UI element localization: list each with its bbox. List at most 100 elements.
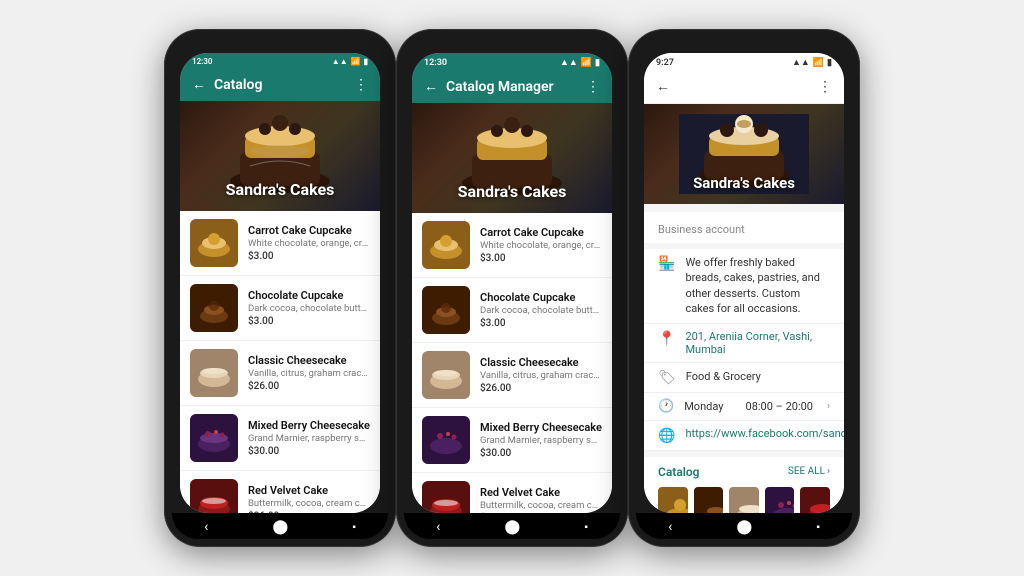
list-item[interactable]: Classic Cheesecake Vanilla, citrus, grah…	[180, 341, 380, 406]
product-price-1-left: $3.00	[248, 316, 370, 327]
product-info-1-left: Chocolate Cupcake Dark cocoa, chocolate …	[248, 289, 370, 327]
address-row[interactable]: 📍 201, Areniia Corner, Vashi, Mumbai	[644, 324, 844, 363]
signal-icon-mid: ▲▲	[560, 57, 578, 68]
hero-left: Sandra's Cakes	[180, 101, 380, 211]
catalog-title: Catalog	[658, 465, 700, 479]
product-desc-0-mid: White chocolate, orange, cream chees...	[480, 240, 602, 251]
product-info-3-left: Mixed Berry Cheesecake Grand Marnier, ra…	[248, 419, 370, 457]
product-info-2-left: Classic Cheesecake Vanilla, citrus, grah…	[248, 354, 370, 392]
status-bar-left: 12:30 ▲▲ 📶 ▮	[180, 53, 380, 68]
catalog-thumb-3[interactable]	[765, 487, 795, 513]
status-icons-right: ▲▲ 📶 ▮	[792, 57, 832, 68]
back-button-right[interactable]: ←	[656, 78, 670, 95]
hero-mid: Sandra's Cakes	[412, 103, 612, 213]
wifi-icon-left: 📶	[351, 57, 361, 66]
catalog-thumb-4[interactable]	[800, 487, 830, 513]
app-bar-title-mid: Catalog Manager	[446, 79, 578, 95]
menu-button-mid[interactable]: ⋮	[586, 79, 600, 95]
product-thumb-4-mid	[422, 481, 470, 513]
list-item[interactable]: Carrot Cake Cupcake White chocolate, ora…	[412, 213, 612, 278]
nav-back-right[interactable]: ‹	[668, 519, 672, 535]
hero-right: Sandra's Cakes	[644, 104, 844, 204]
hours-row[interactable]: 🕐 Monday 08:00 – 20:00 ›	[644, 393, 844, 421]
product-desc-3-left: Grand Marnier, raspberry sauce...	[248, 433, 370, 444]
nav-home-left[interactable]: ⬤	[273, 519, 289, 535]
product-name-0-left: Carrot Cake Cupcake	[248, 224, 370, 237]
list-item[interactable]: Chocolate Cupcake Dark cocoa, chocolate …	[180, 276, 380, 341]
product-thumb-3-mid	[422, 416, 470, 464]
nav-back-left[interactable]: ‹	[204, 519, 208, 535]
menu-button-right[interactable]: ⋮	[818, 79, 832, 95]
catalog-thumb-1[interactable]	[694, 487, 724, 513]
business-label-container: Business account	[644, 212, 844, 243]
app-bar-left: ← Catalog ⋮	[180, 68, 380, 101]
phone-notch-right	[714, 41, 774, 49]
list-item[interactable]: Red Velvet Cake Buttermilk, cocoa, cream…	[412, 473, 612, 513]
nav-back-mid[interactable]: ‹	[436, 519, 440, 535]
website-text[interactable]: https://www.facebook.com/sandras_cakes	[685, 427, 844, 440]
app-bar-title-left: Catalog	[214, 77, 346, 93]
signal-icon-left: ▲▲	[332, 57, 348, 66]
profile-content-right[interactable]: Business account 🏪 We offer freshly bake…	[644, 204, 844, 513]
list-item[interactable]: Classic Cheesecake Vanilla, citrus, grah…	[412, 343, 612, 408]
phone-screen-mid: 12:30 ▲▲ 📶 ▮ ← Catalog Manager ⋮	[412, 53, 612, 513]
wifi-icon-right: 📶	[813, 58, 824, 68]
nav-square-mid[interactable]: ▪	[584, 522, 588, 533]
product-info-4-left: Red Velvet Cake Buttermilk, cocoa, cream…	[248, 484, 370, 513]
product-price-0-mid: $3.00	[480, 253, 602, 264]
product-info-2-mid: Classic Cheesecake Vanilla, citrus, grah…	[480, 356, 602, 394]
catalog-header: Catalog SEE ALL ›	[658, 465, 830, 479]
product-list-mid[interactable]: Carrot Cake Cupcake White chocolate, ora…	[412, 213, 612, 513]
list-item[interactable]: Carrot Cake Cupcake White chocolate, ora…	[180, 211, 380, 276]
phone-right: 9:27 ▲▲ 📶 ▮ ← ⋮	[628, 29, 860, 547]
product-price-1-mid: $3.00	[480, 318, 602, 329]
product-price-0-left: $3.00	[248, 251, 370, 262]
nav-home-right[interactable]: ⬤	[737, 519, 753, 535]
back-button-left[interactable]: ←	[192, 76, 206, 93]
tag-icon: 🏷	[658, 370, 676, 386]
product-price-3-left: $30.00	[248, 446, 370, 457]
product-name-0-mid: Carrot Cake Cupcake	[480, 226, 602, 239]
battery-icon-mid: ▮	[595, 58, 600, 68]
list-item[interactable]: Mixed Berry Cheesecake Grand Marnier, ra…	[412, 408, 612, 473]
phone-mid: 12:30 ▲▲ 📶 ▮ ← Catalog Manager ⋮	[396, 29, 628, 547]
product-thumb-2-mid	[422, 351, 470, 399]
wifi-icon-mid: 📶	[581, 58, 592, 68]
product-info-0-mid: Carrot Cake Cupcake White chocolate, ora…	[480, 226, 602, 264]
product-price-3-mid: $30.00	[480, 448, 602, 459]
nav-home-mid[interactable]: ⬤	[505, 519, 521, 535]
nav-square-left[interactable]: ▪	[352, 522, 356, 533]
menu-button-left[interactable]: ⋮	[354, 77, 368, 93]
catalog-thumb-0[interactable]	[658, 487, 688, 513]
battery-icon-left: ▮	[364, 57, 368, 66]
catalog-thumb-2[interactable]	[729, 487, 759, 513]
back-button-mid[interactable]: ←	[424, 78, 438, 95]
description-text: We offer freshly baked breads, cakes, pa…	[685, 255, 830, 317]
list-item[interactable]: Red Velvet Cake Buttermilk, cocoa, cream…	[180, 471, 380, 513]
nav-square-right[interactable]: ▪	[816, 522, 820, 533]
product-desc-1-left: Dark cocoa, chocolate buttercream...	[248, 303, 370, 314]
status-bar-right: 9:27 ▲▲ 📶 ▮	[644, 53, 844, 70]
address-text[interactable]: 201, Areniia Corner, Vashi, Mumbai	[685, 330, 830, 356]
product-list-left[interactable]: Carrot Cake Cupcake White chocolate, ora…	[180, 211, 380, 513]
hours-time-text: 08:00 – 20:00	[746, 400, 813, 413]
product-desc-0-left: White chocolate, orange, cream cheese...	[248, 238, 370, 249]
nav-bar-left: ‹ ⬤ ▪	[172, 513, 388, 539]
category-text: Food & Grocery	[686, 369, 761, 384]
product-thumb-1-mid	[422, 286, 470, 334]
see-all-button[interactable]: SEE ALL ›	[788, 466, 830, 477]
product-desc-4-left: Buttermilk, cocoa, cream cheese...	[248, 498, 370, 509]
app-bar-mid: ← Catalog Manager ⋮	[412, 70, 612, 103]
chevron-down-icon[interactable]: ›	[827, 401, 830, 412]
nav-bar-right: ‹ ⬤ ▪	[636, 513, 852, 539]
phone-screen-right: 9:27 ▲▲ 📶 ▮ ← ⋮	[644, 53, 844, 513]
product-name-3-mid: Mixed Berry Cheesecake	[480, 421, 602, 434]
list-item[interactable]: Chocolate Cupcake Dark cocoa, chocolate …	[412, 278, 612, 343]
chevron-right-icon: ›	[827, 466, 830, 477]
product-desc-2-mid: Vanilla, citrus, graham cracker crust...	[480, 370, 602, 381]
list-item[interactable]: Mixed Berry Cheesecake Grand Marnier, ra…	[180, 406, 380, 471]
business-account-label: Business account	[658, 223, 745, 236]
status-icons-mid: ▲▲ 📶 ▮	[560, 57, 600, 68]
website-row[interactable]: 🌐 https://www.facebook.com/sandras_cakes	[644, 421, 844, 451]
phone-left: 12:30 ▲▲ 📶 ▮ ← Catalog ⋮	[164, 29, 396, 547]
